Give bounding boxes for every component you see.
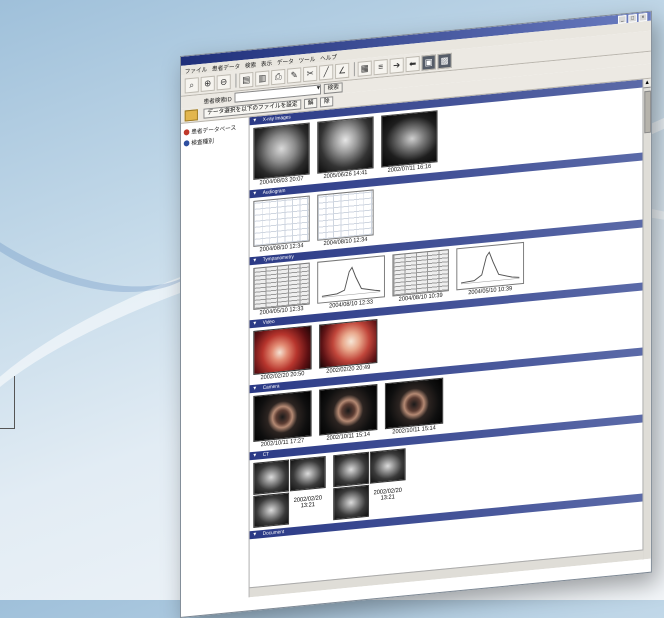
menu-help[interactable]: ヘルプ	[320, 51, 337, 62]
endoscope-thumbnail[interactable]: 2002/02/20 20:49	[319, 318, 378, 376]
ct-image-grid: 2002/02/20 13:21	[333, 448, 406, 521]
eardrum-image	[253, 390, 312, 442]
scroll-thumb[interactable]	[644, 90, 651, 134]
menu-view[interactable]: 表示	[261, 58, 272, 68]
ruler-icon[interactable]: ∠	[335, 62, 350, 79]
ct-slice	[253, 459, 290, 495]
eardrum-image	[319, 383, 378, 436]
filter-button-2[interactable]: 解	[304, 97, 318, 110]
audiogram-image	[317, 189, 374, 241]
close-button[interactable]: ×	[638, 12, 648, 22]
print-mark	[0, 376, 15, 429]
toolbar-divider	[235, 73, 237, 88]
eardrum-thumbnail[interactable]: 2002/10/11 17:27	[253, 390, 312, 449]
graph-image	[456, 241, 525, 291]
thumbnail-caption: 2002/02/20 13:21	[290, 489, 326, 524]
eardrum-thumbnail[interactable]: 2002/10/11 15:14	[319, 383, 378, 443]
graph-thumbnail[interactable]: 2004/05/10 10:39	[456, 241, 525, 298]
edit-icon[interactable]: ✎	[287, 66, 302, 84]
ct-slice	[369, 448, 406, 484]
menu-search[interactable]: 検索	[245, 59, 256, 69]
cut-icon[interactable]: ✂	[303, 65, 318, 82]
graph-image	[317, 255, 385, 304]
xray-image	[317, 116, 374, 174]
thumbnail-panel: X-ray Images 2004/08/03 20:07 2005/06/26…	[249, 78, 651, 598]
open-icon[interactable]: ▤	[239, 71, 254, 88]
navigation-tree: 患者データベース 検査種別	[180, 117, 250, 604]
filter-button-3[interactable]: 除	[320, 96, 334, 108]
maximize-button[interactable]: □	[628, 13, 637, 23]
search-icon[interactable]: ⌕	[184, 76, 199, 94]
draw-icon[interactable]: ╱	[319, 63, 334, 81]
scroll-up-icon[interactable]: ▲	[643, 78, 651, 89]
search-button[interactable]: 検索	[323, 82, 343, 95]
folder-icon	[183, 139, 190, 147]
eardrum-image	[384, 377, 444, 430]
album-icon[interactable]: ▣	[421, 53, 436, 71]
report-image	[253, 262, 310, 310]
zoom-out-icon[interactable]: ⊖	[216, 73, 231, 90]
zoom-icon[interactable]: ⊕	[200, 75, 215, 92]
ct-slice	[253, 492, 290, 528]
xray-thumbnail[interactable]: 2005/06/26 14:41	[317, 116, 374, 180]
grid-icon[interactable]: ▦	[357, 60, 372, 77]
app-window: _ □ × ファイル 患者データ 検索 表示 データ ツール ヘルプ ⌕ ⊕ ⊖…	[180, 10, 652, 618]
list-icon[interactable]: ≡	[373, 58, 388, 75]
audiogram-thumbnail[interactable]: 2004/08/10 12:34	[317, 189, 374, 247]
endoscope-image	[253, 325, 312, 375]
ct-slice	[333, 484, 369, 521]
ct-slice	[289, 455, 326, 492]
audiogram-thumbnail[interactable]: 2004/08/10 12:34	[253, 195, 310, 254]
xray-image	[381, 110, 438, 168]
xray-image	[253, 122, 310, 180]
endoscope-image	[319, 318, 378, 369]
database-icon	[183, 128, 190, 136]
menu-data[interactable]: データ	[277, 56, 294, 67]
prev-icon[interactable]: ⬅	[405, 55, 420, 72]
report-thumbnail[interactable]: 2004/05/10 12:33	[253, 262, 310, 317]
main-body: 患者データベース 検査種別 X-ray Images 2004/08/03 20…	[180, 78, 651, 604]
vertical-scrollbar[interactable]: ▲	[642, 78, 651, 560]
status-bar	[249, 549, 644, 598]
audiogram-image	[253, 195, 310, 247]
minimize-button[interactable]: _	[618, 14, 627, 24]
tile-icon[interactable]: ▩	[437, 52, 452, 69]
next-icon[interactable]: ➔	[389, 56, 404, 74]
ct-image-grid: 2002/02/20 13:21	[253, 455, 326, 528]
ct-slice	[333, 451, 369, 488]
xray-thumbnail[interactable]: 2004/08/03 20:07	[253, 122, 310, 187]
print-icon[interactable]: ⎙	[271, 68, 286, 85]
ct-thumbnail[interactable]: 2002/02/20 13:21	[333, 448, 406, 521]
report-thumbnail[interactable]: 2004/08/10 10:39	[392, 249, 449, 303]
eardrum-thumbnail[interactable]: 2002/10/11 15:14	[384, 377, 444, 437]
toolbar-divider	[353, 62, 355, 77]
folder-icon[interactable]	[184, 108, 198, 122]
endoscope-thumbnail[interactable]: 2002/02/20 20:50	[253, 325, 312, 382]
menu-tools[interactable]: ツール	[299, 53, 316, 64]
graph-thumbnail[interactable]: 2004/08/10 12:33	[317, 255, 385, 311]
ct-thumbnail[interactable]: 2002/02/20 13:21	[253, 455, 326, 528]
xray-thumbnail[interactable]: 2002/07/11 16:16	[381, 110, 438, 174]
tree-item-label: 検査種別	[191, 138, 214, 147]
save-icon[interactable]: ▥	[255, 69, 270, 87]
report-image	[392, 249, 449, 297]
thumbnail-caption: 2002/02/20 13:21	[370, 481, 406, 516]
